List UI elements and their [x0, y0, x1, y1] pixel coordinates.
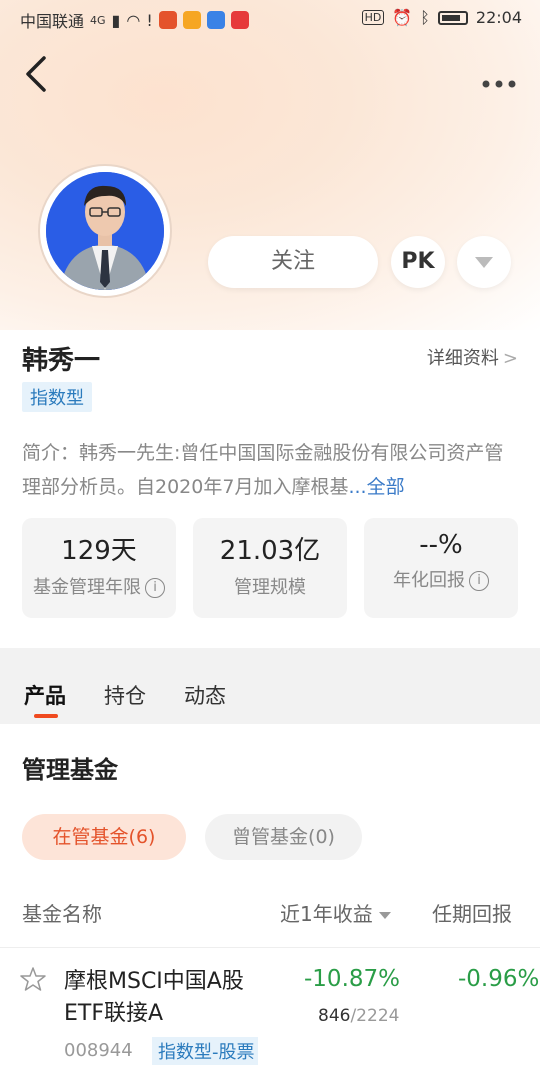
alert-icon: !: [146, 10, 153, 30]
follow-button[interactable]: 关注: [208, 236, 378, 288]
wifi-icon: ◠: [126, 10, 141, 30]
tab-bar: 产品 持仓 动态: [0, 658, 540, 724]
column-header-name: 基金名称: [22, 902, 102, 926]
app-notification-icon: [158, 11, 177, 29]
detail-info-label: 详细资料: [426, 348, 499, 369]
tab-holdings[interactable]: 持仓: [104, 680, 146, 710]
column-header-tenure[interactable]: 任期回报: [432, 898, 540, 927]
tenure-return: -0.96%: [458, 966, 540, 992]
detail-info-link[interactable]: 详细资料 >: [427, 344, 518, 370]
battery-icon: [437, 10, 468, 25]
network-label: 4G: [90, 13, 106, 27]
top-nav: [0, 40, 540, 104]
chevron-right-icon: >: [502, 348, 518, 369]
tab-activity[interactable]: 动态: [184, 680, 226, 710]
hd-icon: HD: [361, 10, 385, 25]
sort-icon: [378, 912, 391, 919]
fund-type-tag: 指数型-股票: [152, 1037, 258, 1065]
info-icon[interactable]: i: [145, 578, 165, 598]
stat-label: 基金管理年限 i: [22, 573, 176, 599]
person-portrait-icon: [46, 172, 164, 290]
stat-card-scale: 21.03亿 管理规模: [193, 518, 347, 618]
active-tab-indicator: [34, 714, 58, 718]
fund-code: 008944: [64, 1040, 133, 1061]
more-dots-icon: [482, 80, 516, 88]
current-funds-filter[interactable]: 在管基金(6): [22, 814, 186, 860]
fund-name[interactable]: 摩根MSCI中国A股ETF联接A: [64, 966, 274, 1030]
rank-value: 846: [318, 1006, 351, 1026]
triangle-down-icon: [475, 257, 493, 268]
status-bar: 中国联通 4G ▮ ◠ ! HD ⏰ ᛒ 22:04: [0, 0, 540, 36]
app-notification-icon: [206, 11, 225, 29]
section-title: 管理基金: [22, 756, 118, 784]
stat-value: 129天: [61, 536, 137, 566]
more-options-button[interactable]: [482, 62, 516, 95]
intro-text: 简介：韩秀一先生:曾任中国国际金融股份有限公司资产管理部分析员。自2020年7月…: [22, 442, 504, 498]
section-divider: [0, 648, 540, 658]
stat-value: 21.03亿: [219, 536, 321, 566]
manager-type-tag: 指数型: [22, 382, 92, 412]
manager-intro: 简介：韩秀一先生:曾任中国国际金融股份有限公司资产管理部分析员。自2020年7月…: [22, 436, 522, 504]
former-funds-filter[interactable]: 曾管基金(0): [205, 814, 362, 860]
info-icon[interactable]: i: [469, 571, 489, 591]
stat-label: 年化回报 i: [364, 566, 518, 592]
pk-button[interactable]: PK: [391, 236, 445, 288]
column-header-one-year[interactable]: 近1年收益: [280, 898, 391, 927]
alarm-icon: ⏰: [392, 8, 413, 27]
stat-card-annual-return: --% 年化回报 i: [364, 518, 518, 618]
one-year-rank: 846/2224: [318, 1006, 399, 1026]
stat-card-tenure: 129天 基金管理年限 i: [22, 518, 176, 618]
tab-products[interactable]: 产品: [24, 680, 66, 710]
star-icon[interactable]: [20, 966, 46, 992]
avatar: [38, 164, 172, 298]
intro-expand-link[interactable]: ...全部: [348, 476, 404, 498]
one-year-return: -10.87%: [304, 966, 400, 992]
manager-name: 韩秀一: [22, 346, 101, 376]
rank-total: /2224: [350, 1006, 400, 1026]
stat-label-text: 年化回报: [393, 570, 465, 591]
signal-icon: ▮: [111, 10, 121, 30]
table-row[interactable]: 摩根MSCI中国A股ETF联接A 008944 指数型-股票 -10.87% 8…: [0, 948, 540, 1080]
bluetooth-icon: ᛒ: [420, 8, 430, 27]
status-bar-left: 中国联通 4G ▮ ◠ !: [20, 8, 249, 32]
expand-dropdown-button[interactable]: [457, 236, 511, 288]
back-arrow-icon: [26, 56, 46, 92]
stat-label-text: 基金管理年限: [33, 577, 141, 598]
clock-time: 22:04: [475, 8, 522, 27]
status-bar-right: HD ⏰ ᛒ 22:04: [361, 8, 522, 27]
back-button[interactable]: [18, 52, 58, 96]
carrier-label: 中国联通: [20, 12, 85, 31]
app-notification-icon: [182, 11, 201, 29]
stat-label: 管理规模: [234, 577, 306, 598]
stat-value: --%: [419, 530, 463, 560]
app-notification-icon: [230, 11, 249, 29]
avatar-photo: [46, 172, 164, 290]
column-header-one-year-label: 近1年收益: [280, 902, 373, 926]
